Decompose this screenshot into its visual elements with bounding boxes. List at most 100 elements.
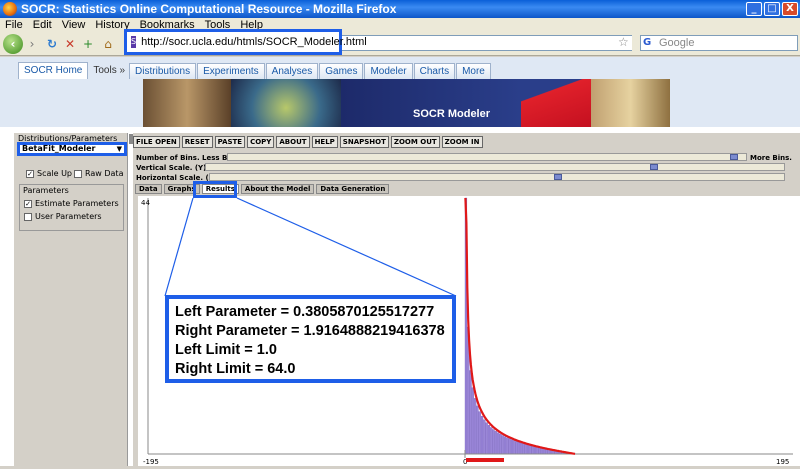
user-parameters-label: User Parameters [35,212,102,221]
reset-button[interactable]: RESET [182,136,213,148]
estimate-check-icon[interactable]: ✓ [24,200,32,208]
histogram-bar [527,445,529,454]
minimize-button[interactable]: _ [746,2,762,16]
file-open-button[interactable]: FILE OPEN [133,136,180,148]
results-tab-highlight [193,181,237,198]
raw-data-label: Raw Data [85,169,123,178]
tab-games[interactable]: Games [319,63,363,79]
user-parameters-checkbox[interactable]: User Parameters [24,212,102,221]
bins-slider-label: Number of Bins. Less Bins. [136,154,242,162]
histogram-bar [513,441,515,454]
back-arrow-icon[interactable]: ‹ [3,34,23,54]
zoom-in-button[interactable]: ZOOM IN [442,136,483,148]
beta-fit-curve [465,198,575,454]
tab-charts[interactable]: Charts [414,63,455,79]
menu-file[interactable]: File [0,19,28,31]
chevron-down-icon[interactable]: ▼ [117,145,122,153]
estimate-parameters-checkbox[interactable]: ✓ Estimate Parameters [24,199,119,208]
horizontal-scale-thumb[interactable] [554,174,562,180]
scale-up-checkbox[interactable]: ✓ Scale Up [26,169,72,178]
url-bar[interactable]: S http://socr.ucla.edu/htmls/SOCR_Modele… [124,29,342,55]
stop-icon[interactable]: ✕ [62,35,78,53]
google-search-icon[interactable]: G [643,37,657,49]
subtab-about-the-model[interactable]: About the Model [241,184,314,194]
tab-socr-home[interactable]: SOCR Home [18,62,88,79]
histogram-bar [525,444,527,454]
histogram-bar [495,431,497,454]
callout-right-limit: Right Limit = 64.0 [175,360,452,379]
histogram-bar [470,371,472,455]
tab-distributions[interactable]: Distributions [129,63,196,79]
site-tabs: SOCR Home Tools » Distributions Experime… [18,62,492,79]
histogram-bar [539,448,541,454]
zoom-out-button[interactable]: ZOOM OUT [391,136,440,148]
home-icon[interactable]: ⌂ [100,35,116,53]
distribution-select[interactable]: BetaFit_Modeler ▼ [17,142,127,156]
tab-more[interactable]: More [456,63,491,79]
subtab-data[interactable]: Data [135,184,162,194]
raw-data-checkbox[interactable]: Raw Data [74,169,123,178]
histogram-bar [536,447,538,454]
maximize-button[interactable]: □ [764,2,780,16]
menu-edit[interactable]: Edit [28,19,57,31]
bins-slider[interactable] [227,153,747,161]
banner-title: SOCR Modeler [413,108,490,120]
x-max-tick-label: 195 [776,458,789,466]
vertical-scale-slider[interactable] [205,163,785,171]
socr-modeler-banner: SOCR Modeler [143,79,670,127]
horizontal-scale-slider[interactable] [209,173,785,181]
bins-slider-thumb[interactable] [730,154,738,160]
bins-slider-row: Number of Bins. Less Bins. [136,153,242,162]
url-bar-extension[interactable] [342,35,632,51]
bookmark-star-icon[interactable]: ☆ [618,35,629,49]
parameters-group: Parameters ✓ Estimate Parameters User Pa… [19,184,124,231]
reload-icon[interactable]: ↻ [44,35,60,53]
histogram-bar [504,437,506,454]
tab-modeler[interactable]: Modeler [364,63,412,79]
raw-data-box-icon[interactable] [74,170,82,178]
histogram-bar [488,425,490,454]
more-bins-row: More Bins. [750,153,792,162]
forward-arrow-icon[interactable]: › [24,35,40,53]
tab-experiments[interactable]: Experiments [197,63,265,79]
new-tab-icon[interactable]: + [80,35,96,53]
scale-up-label: Scale Up [37,169,72,178]
search-placeholder: Google [659,37,694,49]
histogram-bar [532,446,534,454]
vertical-scale-thumb[interactable] [650,164,658,170]
window-titlebar: SOCR: Statistics Online Computational Re… [0,0,800,18]
applet-subtabs: Data Graphs Results About the Model Data… [135,184,391,194]
help-button[interactable]: HELP [312,136,338,148]
menu-view[interactable]: View [57,19,91,31]
data-range-marker [466,458,504,462]
scale-up-check-icon[interactable]: ✓ [26,170,34,178]
distribution-select-value: BetaFit_Modeler [22,144,96,153]
url-text[interactable]: http://socr.ucla.edu/htmls/SOCR_Modeler.… [141,36,367,48]
histogram-bar [472,388,474,454]
subtab-data-generation[interactable]: Data Generation [316,184,389,194]
callout-right-parameter: Right Parameter = 1.9164888219416378 [175,322,452,341]
tab-analyses[interactable]: Analyses [266,63,319,79]
left-panel: Distributions/Parameters BetaFit_Modeler… [14,133,128,466]
histogram-bar [518,442,520,454]
histogram-bar [516,442,518,455]
about-button[interactable]: ABOUT [276,136,309,148]
parameters-label: Parameters [23,186,69,195]
site-favicon-icon: S [131,36,136,48]
snapshot-button[interactable]: SNAPSHOT [340,136,389,148]
menu-bar: File Edit View History Bookmarks Tools H… [0,18,800,32]
user-params-box-icon[interactable] [24,213,32,221]
vertical-scale-row: Vertical Scale. (Y) [136,163,206,172]
search-bar[interactable]: G Google [640,35,798,51]
histogram-bar [534,447,536,454]
banner-hall-image [143,79,231,127]
histogram-bar [490,428,492,455]
paste-button[interactable]: PASTE [215,136,246,148]
estimate-parameters-label: Estimate Parameters [35,199,119,208]
histogram-bar [486,423,488,454]
histogram-bar [541,448,543,454]
close-button[interactable]: X [782,2,798,16]
copy-button[interactable]: COPY [247,136,274,148]
histogram-bar [506,438,508,454]
histogram-bar [483,420,485,454]
